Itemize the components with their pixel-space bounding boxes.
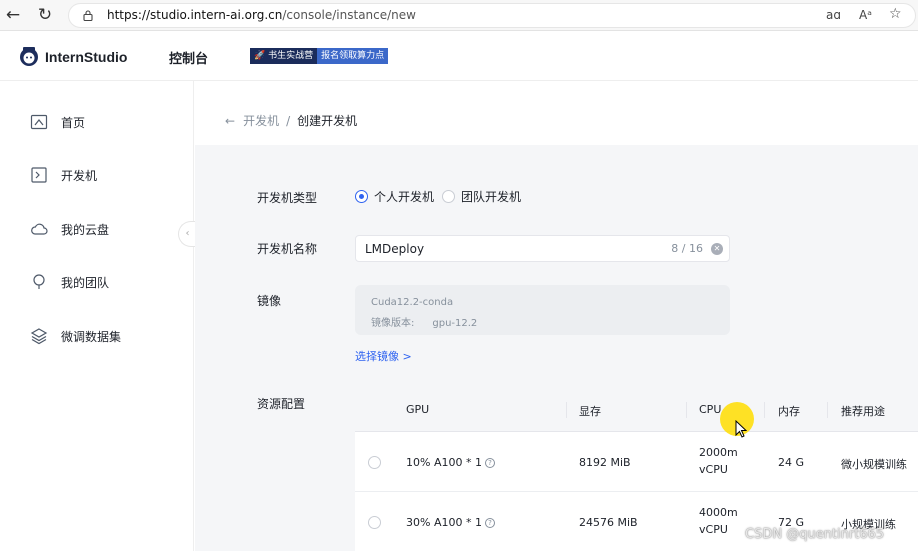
cloud-icon — [31, 223, 48, 235]
header-memory: 内存 — [778, 405, 800, 418]
back-icon[interactable]: ← — [2, 4, 24, 26]
header-vram: 显存 — [579, 405, 601, 418]
lock-icon — [83, 10, 93, 21]
back-arrow-icon[interactable]: ← — [225, 114, 235, 128]
breadcrumb-separator: / — [286, 113, 291, 128]
radio-personal[interactable]: 个人开发机 — [355, 188, 434, 205]
cell-memory: 24 G — [778, 456, 805, 469]
clear-icon[interactable]: ✕ — [711, 243, 723, 255]
name-counter: 8 / 16 — [671, 242, 703, 255]
home-icon — [30, 114, 48, 130]
resource-label: 资源配置 — [257, 397, 306, 411]
image-version-row: 镜像版本: gpu-12.2 — [371, 318, 478, 329]
text-size-icon[interactable]: Aᵃ — [859, 8, 872, 22]
cell-cpu: 2000m — [699, 446, 738, 459]
table-row[interactable]: 30% A100 * 1? 24576 MiB 4000m vCPU 72 G … — [355, 492, 918, 551]
header-cpu: CPU — [699, 403, 722, 416]
internstudio-logo[interactable] — [18, 45, 40, 67]
help-icon[interactable]: ? — [484, 458, 495, 468]
header-divider — [827, 402, 828, 418]
name-input[interactable]: LMDeploy 8 / 16 ✕ — [355, 235, 730, 262]
cell-gpu: 30% A100 * 1? — [406, 516, 495, 529]
header-divider — [764, 402, 765, 418]
address-bar[interactable]: https://studio.intern-ai.org.cn/console/… — [68, 3, 916, 28]
cell-gpu: 10% A100 * 1? — [406, 456, 495, 469]
terminal-icon — [31, 167, 47, 183]
team-icon — [33, 274, 45, 289]
breadcrumb-bar: ← 开发机 / 创建开发机 — [195, 81, 918, 145]
brand-name[interactable]: InternStudio — [45, 49, 127, 65]
cell-cpu: 4000m — [699, 506, 738, 519]
table-row[interactable]: 10% A100 * 1? 8192 MiB 2000m vCPU 24 G 微… — [355, 432, 918, 492]
row-radio[interactable] — [368, 516, 381, 529]
sidebar-collapse-button[interactable]: ‹ — [178, 221, 196, 247]
breadcrumb-current: 创建开发机 — [297, 114, 358, 128]
sidebar: 首页 开发机 我的云盘 我的团队 微调数据集 ‹ — [0, 81, 196, 551]
select-image-link[interactable]: 选择镜像 > — [355, 348, 412, 364]
cell-vram: 8192 MiB — [579, 456, 631, 469]
header-divider — [566, 402, 567, 418]
radio-checked-icon — [355, 190, 368, 203]
cell-vram: 24576 MiB — [579, 516, 638, 529]
header-usage: 推荐用途 — [841, 405, 885, 418]
sidebar-item-cloud-disk[interactable]: 我的云盘 — [30, 218, 109, 240]
app-header: InternStudio 控制台 🚀 书生实战营 报名领取算力点 — [0, 31, 918, 81]
cell-usage: 微小规模训练 — [841, 458, 907, 471]
name-label: 开发机名称 — [257, 242, 318, 256]
row-radio[interactable] — [368, 456, 381, 469]
sidebar-item-devmachine[interactable]: 开发机 — [30, 164, 97, 186]
watermark: CSDN @quentinrt665 — [745, 527, 885, 542]
type-label: 开发机类型 — [257, 191, 318, 205]
sidebar-item-home[interactable]: 首页 — [30, 111, 85, 133]
radio-unchecked-icon — [442, 190, 455, 203]
breadcrumb: ← 开发机 / 创建开发机 — [225, 112, 357, 129]
cell-cpu-unit: vCPU — [699, 463, 728, 476]
header-gpu: GPU — [406, 403, 430, 416]
layers-icon — [30, 328, 48, 345]
image-info-box: Cuda12.2-conda 镜像版本: gpu-12.2 — [355, 285, 730, 335]
breadcrumb-parent[interactable]: 开发机 — [243, 112, 279, 129]
favorite-star-icon[interactable]: ☆ — [889, 6, 902, 22]
header-divider — [686, 402, 687, 418]
help-icon[interactable]: ? — [484, 518, 495, 528]
image-name: Cuda12.2-conda — [371, 297, 454, 308]
url-text: https://studio.intern-ai.org.cn/console/… — [107, 8, 416, 22]
reload-icon[interactable]: ↻ — [34, 4, 56, 26]
mouse-cursor-icon — [735, 420, 747, 438]
image-label: 镜像 — [257, 294, 282, 308]
sidebar-item-finetune-dataset[interactable]: 微调数据集 — [30, 325, 121, 347]
table-header: GPU 显存 CPU 内存 推荐用途 — [355, 387, 918, 432]
cell-cpu-unit: vCPU — [699, 523, 728, 536]
radio-team[interactable]: 团队开发机 — [442, 188, 521, 205]
console-title[interactable]: 控制台 — [169, 48, 208, 67]
sidebar-item-team[interactable]: 我的团队 — [30, 271, 109, 293]
read-aloud-icon[interactable]: aɑ — [826, 8, 841, 22]
main-content: ← 开发机 / 创建开发机 开发机类型 个人开发机 团队开发机 开发机名称 LM… — [195, 81, 918, 551]
browser-toolbar: ← ↻ https://studio.intern-ai.org.cn/cons… — [0, 0, 918, 31]
name-value: LMDeploy — [365, 242, 425, 256]
promo-banner[interactable]: 🚀 书生实战营 报名领取算力点 — [250, 48, 389, 64]
